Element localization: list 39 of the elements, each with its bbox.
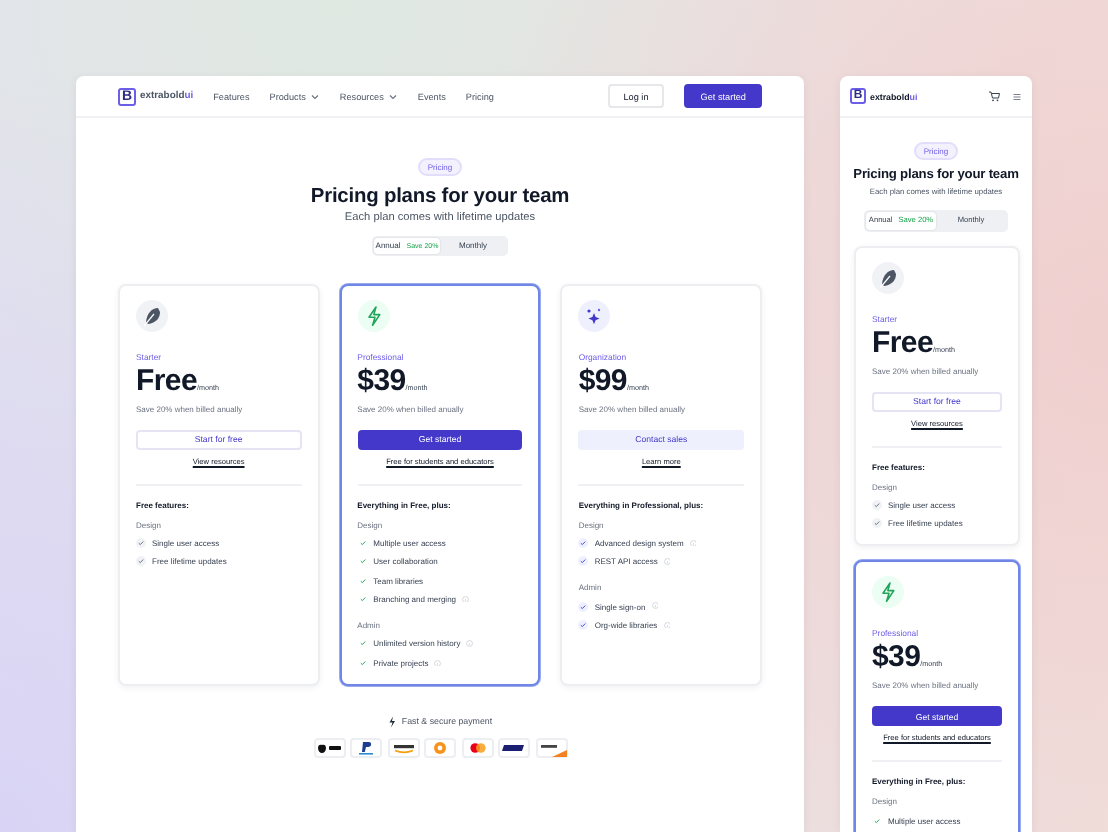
check-icon — [872, 815, 882, 826]
cart-icon[interactable] — [988, 90, 1000, 102]
bolt-icon — [387, 715, 396, 728]
feather-icon — [136, 299, 168, 331]
payment-logo-icon — [461, 737, 493, 758]
info-icon — [689, 539, 697, 547]
check-icon — [578, 620, 589, 631]
plan-price: $99 — [578, 365, 627, 395]
check-icon — [578, 601, 589, 612]
page-title: Pricing plans for your team — [310, 186, 570, 208]
sparkle-icon — [578, 299, 611, 331]
menu-icon[interactable] — [1012, 91, 1022, 101]
plan-price: Free — [872, 327, 933, 357]
plan-price: $39 — [357, 365, 406, 395]
chevron-down-icon — [387, 91, 398, 101]
check-icon — [136, 556, 146, 567]
check-icon — [578, 537, 589, 548]
payment-logo-icon — [498, 737, 530, 758]
plan-price: Free — [136, 365, 197, 395]
info-icon — [651, 602, 659, 610]
payment-logo-icon — [424, 737, 456, 758]
info-icon — [663, 558, 671, 566]
check-icon — [872, 518, 882, 529]
info-icon — [663, 621, 671, 629]
info-icon — [462, 595, 470, 603]
check-icon — [578, 556, 589, 567]
info-icon — [434, 659, 442, 667]
bolt-icon — [357, 299, 390, 331]
payment-logo-icon — [387, 737, 419, 758]
payment-logo-icon — [535, 737, 567, 758]
bolt-icon — [872, 576, 904, 609]
plan-price: $39 — [872, 642, 921, 673]
payment-logo-icon — [313, 737, 345, 758]
payment-logo-icon — [350, 737, 382, 758]
check-icon — [872, 499, 882, 510]
check-icon — [136, 537, 146, 548]
chevron-down-icon — [309, 91, 320, 101]
info-icon — [466, 640, 474, 648]
feather-icon — [872, 261, 904, 293]
